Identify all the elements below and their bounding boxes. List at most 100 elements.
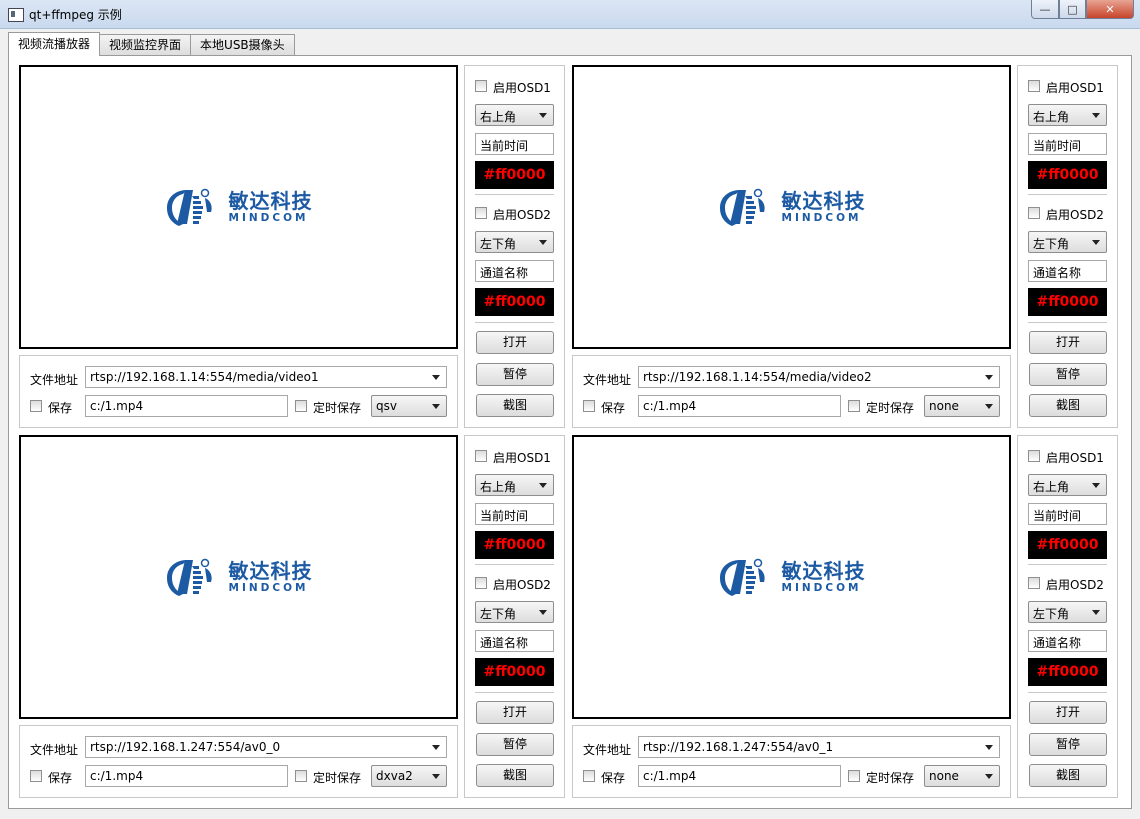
- maximize-button[interactable]: □: [1059, 0, 1086, 19]
- timed-save-checkbox[interactable]: [295, 400, 307, 412]
- pause-button[interactable]: 暂停: [476, 363, 554, 386]
- save-checkbox[interactable]: [583, 770, 595, 782]
- osd2-color-button[interactable]: #ff0000: [1028, 658, 1107, 686]
- osd2-position-combobox[interactable]: 左下角: [475, 231, 554, 253]
- osd1-color-button[interactable]: #ff0000: [475, 531, 554, 559]
- video-display[interactable]: 敏达科技 MINDCOM: [19, 65, 458, 349]
- save-path-value: c:/1.mp4: [90, 399, 144, 413]
- file-group: 文件地址 rtsp://192.168.1.247:554/av0_1 保存 c…: [572, 725, 1011, 798]
- save-path-input[interactable]: c:/1.mp4: [85, 765, 288, 787]
- open-button[interactable]: 打开: [1029, 331, 1107, 354]
- osd1-position-combobox[interactable]: 右上角: [475, 104, 554, 126]
- app-icon: [8, 8, 24, 22]
- osd2-label: 启用OSD2: [1046, 578, 1104, 592]
- osd1-text-value: 当前时间: [1033, 139, 1082, 153]
- osd1-position-combobox[interactable]: 右上角: [1028, 474, 1107, 496]
- osd2-color-button[interactable]: #ff0000: [475, 288, 554, 316]
- tab-video-monitor[interactable]: 视频监控界面: [99, 34, 192, 56]
- save-path-value: c:/1.mp4: [643, 399, 697, 413]
- osd1-text-input[interactable]: 当前时间: [1028, 133, 1107, 155]
- osd2-color-button[interactable]: #ff0000: [1028, 288, 1107, 316]
- pause-button[interactable]: 暂停: [1029, 363, 1107, 386]
- osd2-checkbox[interactable]: [1028, 577, 1040, 589]
- chevron-down-icon: [432, 404, 440, 409]
- url-combobox[interactable]: rtsp://192.168.1.247:554/av0_1: [638, 736, 1000, 758]
- chevron-down-icon: [985, 774, 993, 779]
- osd1-checkbox[interactable]: [475, 450, 487, 462]
- url-combobox[interactable]: rtsp://192.168.1.14:554/media/video2: [638, 366, 1000, 388]
- osd2-position-combobox[interactable]: 左下角: [475, 601, 554, 623]
- decoder-combobox[interactable]: none: [924, 765, 1000, 787]
- osd1-position-combobox[interactable]: 右上角: [1028, 104, 1107, 126]
- save-path-input[interactable]: c:/1.mp4: [638, 395, 841, 417]
- url-value: rtsp://192.168.1.247:554/av0_0: [90, 740, 281, 754]
- osd2-checkbox[interactable]: [475, 577, 487, 589]
- osd2-checkbox[interactable]: [475, 207, 487, 219]
- logo-cn-text: 敏达科技: [228, 558, 313, 583]
- save-path-input[interactable]: c:/1.mp4: [638, 765, 841, 787]
- close-button[interactable]: ✕: [1086, 0, 1134, 19]
- open-button[interactable]: 打开: [476, 701, 554, 724]
- osd1-label: 启用OSD1: [1046, 451, 1104, 465]
- video-display[interactable]: 敏达科技 MINDCOM: [572, 65, 1011, 349]
- company-logo: 敏达科技 MINDCOM: [165, 186, 313, 228]
- video-display[interactable]: 敏达科技 MINDCOM: [19, 435, 458, 719]
- decoder-combobox[interactable]: dxva2: [371, 765, 447, 787]
- save-path-value: c:/1.mp4: [90, 769, 144, 783]
- url-combobox[interactable]: rtsp://192.168.1.14:554/media/video1: [85, 366, 447, 388]
- save-path-value: c:/1.mp4: [643, 769, 697, 783]
- pause-button[interactable]: 暂停: [476, 733, 554, 756]
- osd2-text-input[interactable]: 通道名称: [1028, 630, 1107, 652]
- osd1-color-button[interactable]: #ff0000: [1028, 531, 1107, 559]
- osd1-text-input[interactable]: 当前时间: [475, 503, 554, 525]
- osd2-position-combobox[interactable]: 左下角: [1028, 231, 1107, 253]
- tab-stream-player[interactable]: 视频流播放器: [8, 32, 101, 56]
- osd1-checkbox[interactable]: [1028, 80, 1040, 92]
- timed-save-checkbox[interactable]: [295, 770, 307, 782]
- osd1-checkbox[interactable]: [1028, 450, 1040, 462]
- save-checkbox[interactable]: [30, 770, 42, 782]
- snapshot-button[interactable]: 截图: [476, 764, 554, 787]
- osd2-text-input[interactable]: 通道名称: [475, 260, 554, 282]
- url-combobox[interactable]: rtsp://192.168.1.247:554/av0_0: [85, 736, 447, 758]
- logo-icon: [166, 188, 212, 226]
- snapshot-button[interactable]: 截图: [476, 394, 554, 417]
- open-button[interactable]: 打开: [1029, 701, 1107, 724]
- osd2-position-combobox[interactable]: 左下角: [1028, 601, 1107, 623]
- save-checkbox[interactable]: [583, 400, 595, 412]
- minimize-button[interactable]: —: [1031, 0, 1059, 19]
- snapshot-button[interactable]: 截图: [1029, 394, 1107, 417]
- osd1-checkbox[interactable]: [475, 80, 487, 92]
- tab-usb-camera[interactable]: 本地USB摄像头: [190, 34, 295, 56]
- open-button[interactable]: 打开: [476, 331, 554, 354]
- osd1-position-combobox[interactable]: 右上角: [475, 474, 554, 496]
- decoder-value: qsv: [376, 399, 397, 413]
- save-path-input[interactable]: c:/1.mp4: [85, 395, 288, 417]
- pause-button[interactable]: 暂停: [1029, 733, 1107, 756]
- timed-save-checkbox[interactable]: [848, 770, 860, 782]
- video-display[interactable]: 敏达科技 MINDCOM: [572, 435, 1011, 719]
- osd-sidebar: 启用OSD1 右上角 当前时间 #ff0000 启用OSD2 左下角 通道名称 …: [464, 65, 565, 428]
- osd1-text-input[interactable]: 当前时间: [1028, 503, 1107, 525]
- file-group: 文件地址 rtsp://192.168.1.14:554/media/video…: [572, 355, 1011, 428]
- osd2-color-button[interactable]: #ff0000: [475, 658, 554, 686]
- chevron-down-icon: [1092, 610, 1100, 615]
- osd2-text-input[interactable]: 通道名称: [1028, 260, 1107, 282]
- chevron-down-icon: [432, 375, 440, 380]
- decoder-combobox[interactable]: qsv: [371, 395, 447, 417]
- osd2-checkbox[interactable]: [1028, 207, 1040, 219]
- decoder-combobox[interactable]: none: [924, 395, 1000, 417]
- osd2-text-input[interactable]: 通道名称: [475, 630, 554, 652]
- osd1-color-button[interactable]: #ff0000: [1028, 161, 1107, 189]
- chevron-down-icon: [539, 240, 547, 245]
- timed-save-checkbox[interactable]: [848, 400, 860, 412]
- osd2-text-value: 通道名称: [1033, 266, 1082, 280]
- osd1-text-input[interactable]: 当前时间: [475, 133, 554, 155]
- snapshot-button[interactable]: 截图: [1029, 764, 1107, 787]
- company-logo: 敏达科技 MINDCOM: [718, 186, 866, 228]
- divider: [1028, 692, 1107, 693]
- save-checkbox[interactable]: [30, 400, 42, 412]
- osd1-color-button[interactable]: #ff0000: [475, 161, 554, 189]
- osd1-position-value: 右上角: [480, 110, 517, 124]
- osd-sidebar: 启用OSD1 右上角 当前时间 #ff0000 启用OSD2 左下角 通道名称 …: [464, 435, 565, 798]
